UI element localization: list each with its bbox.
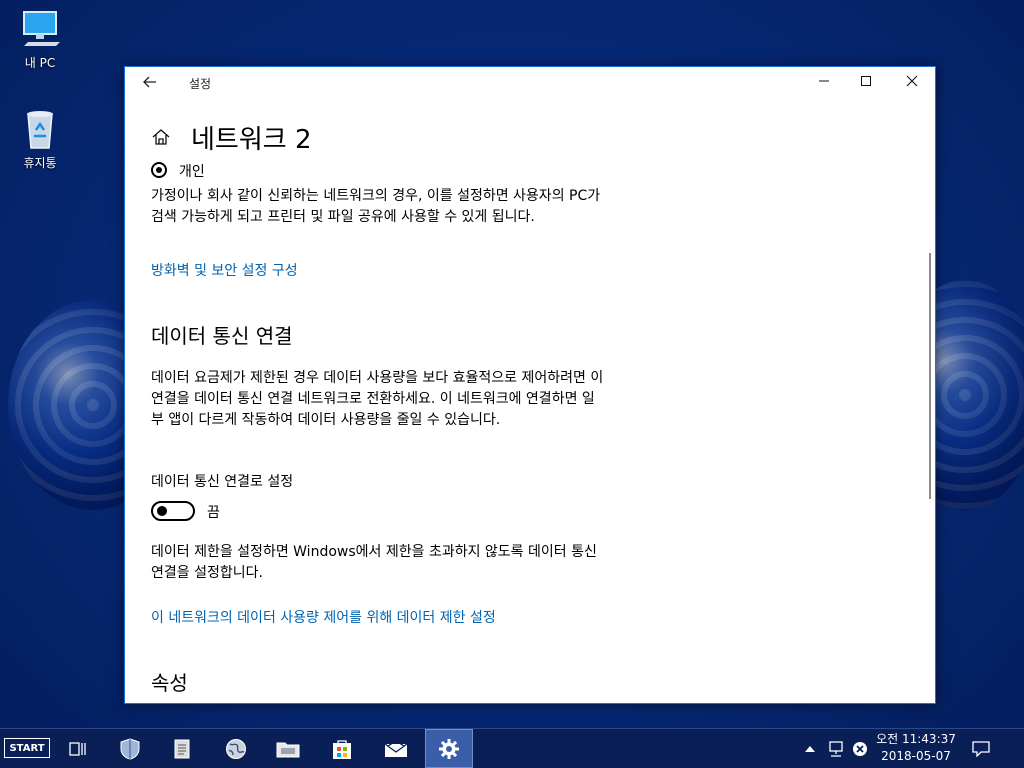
- task-view-icon: [69, 741, 86, 756]
- radio-label: 개인: [179, 164, 205, 180]
- metered-description: 데이터 요금제가 제한된 경우 데이터 사용량을 보다 효율적으로 제어하려면 …: [151, 370, 604, 428]
- notification-icon: [972, 740, 990, 757]
- desktop-icon-label: 휴지통: [23, 156, 57, 170]
- desktop-icon-recycle-bin[interactable]: 휴지통: [10, 108, 70, 171]
- back-icon: [143, 76, 156, 88]
- settings-gear-icon: [439, 738, 459, 759]
- radio-button-selected[interactable]: [151, 162, 167, 178]
- close-icon: [906, 75, 918, 87]
- firewall-settings-link[interactable]: 방화벽 및 보안 설정 구성: [151, 260, 298, 280]
- clock-time: 오전 11:43:37: [876, 732, 956, 746]
- taskbar-store[interactable]: [318, 729, 366, 768]
- private-description: 가정이나 회사 같이 신뢰하는 네트워크의 경우, 이를 설정하면 사용자의 P…: [151, 188, 601, 225]
- back-button[interactable]: [139, 72, 161, 94]
- home-icon[interactable]: [151, 127, 171, 147]
- minimize-icon: [819, 80, 829, 82]
- mail-icon: [384, 739, 408, 757]
- document-icon: [174, 739, 190, 758]
- tray-show-hidden[interactable]: [802, 729, 818, 768]
- maximize-button[interactable]: [843, 67, 889, 99]
- maximize-icon: [861, 76, 871, 86]
- close-button[interactable]: [889, 67, 935, 99]
- tray-network[interactable]: [824, 729, 848, 768]
- desktop-icon-my-pc[interactable]: 내 PC: [10, 10, 70, 71]
- data-limit-link[interactable]: 이 네트워크의 데이터 사용량 제어를 위해 데이터 제한 설정: [151, 607, 496, 627]
- start-button[interactable]: START: [4, 738, 50, 758]
- metered-connection-toggle[interactable]: [151, 501, 195, 521]
- chevron-up-icon: [805, 745, 815, 752]
- globe-icon: [226, 738, 246, 759]
- taskbar-file-explorer[interactable]: [264, 729, 312, 768]
- scrollbar[interactable]: [929, 253, 931, 499]
- store-icon: [333, 739, 351, 759]
- taskbar-security[interactable]: [106, 729, 154, 768]
- metered-section-title: 데이터 통신 연결: [151, 324, 293, 348]
- minimize-button[interactable]: [801, 67, 847, 99]
- taskbar-clock[interactable]: 오전 11:43:37 2018-05-07: [868, 731, 964, 765]
- computer-icon: [23, 11, 60, 46]
- network-icon: [829, 740, 843, 757]
- taskbar-browser[interactable]: [212, 729, 260, 768]
- metered-toggle-label: 데이터 통신 연결로 설정: [151, 474, 294, 490]
- shield-icon: [120, 737, 140, 760]
- settings-window: 설정 네트워크 2 개인 가정이나 회사 같이 신뢰하는 네트워크의 경우, 이…: [124, 66, 936, 704]
- tray-notifications[interactable]: [966, 729, 996, 768]
- data-limit-description: 데이터 제한을 설정하면 Windows에서 제한을 초과하지 않도록 데이터 …: [151, 544, 597, 581]
- page-title: 네트워크 2: [191, 125, 312, 155]
- properties-section-title: 속성: [151, 671, 188, 695]
- taskbar-settings[interactable]: [425, 729, 473, 768]
- taskbar-document[interactable]: [158, 729, 206, 768]
- volume-muted-icon: [853, 741, 867, 756]
- title-bar: 설정: [125, 67, 935, 99]
- file-explorer-icon: [276, 742, 300, 757]
- toggle-state-label: 끔: [207, 505, 220, 521]
- toggle-knob: [157, 506, 167, 516]
- desktop-icon-label: 내 PC: [24, 56, 56, 70]
- recycle-bin-icon: [27, 111, 53, 149]
- taskbar-task-view[interactable]: [54, 729, 102, 768]
- clock-date: 2018-05-07: [881, 749, 951, 763]
- tray-volume[interactable]: [850, 729, 870, 768]
- taskbar-mail[interactable]: [372, 729, 420, 768]
- taskbar: START 오전 11:43:37 2018-05-07: [0, 728, 1024, 768]
- window-title: 설정: [189, 77, 212, 91]
